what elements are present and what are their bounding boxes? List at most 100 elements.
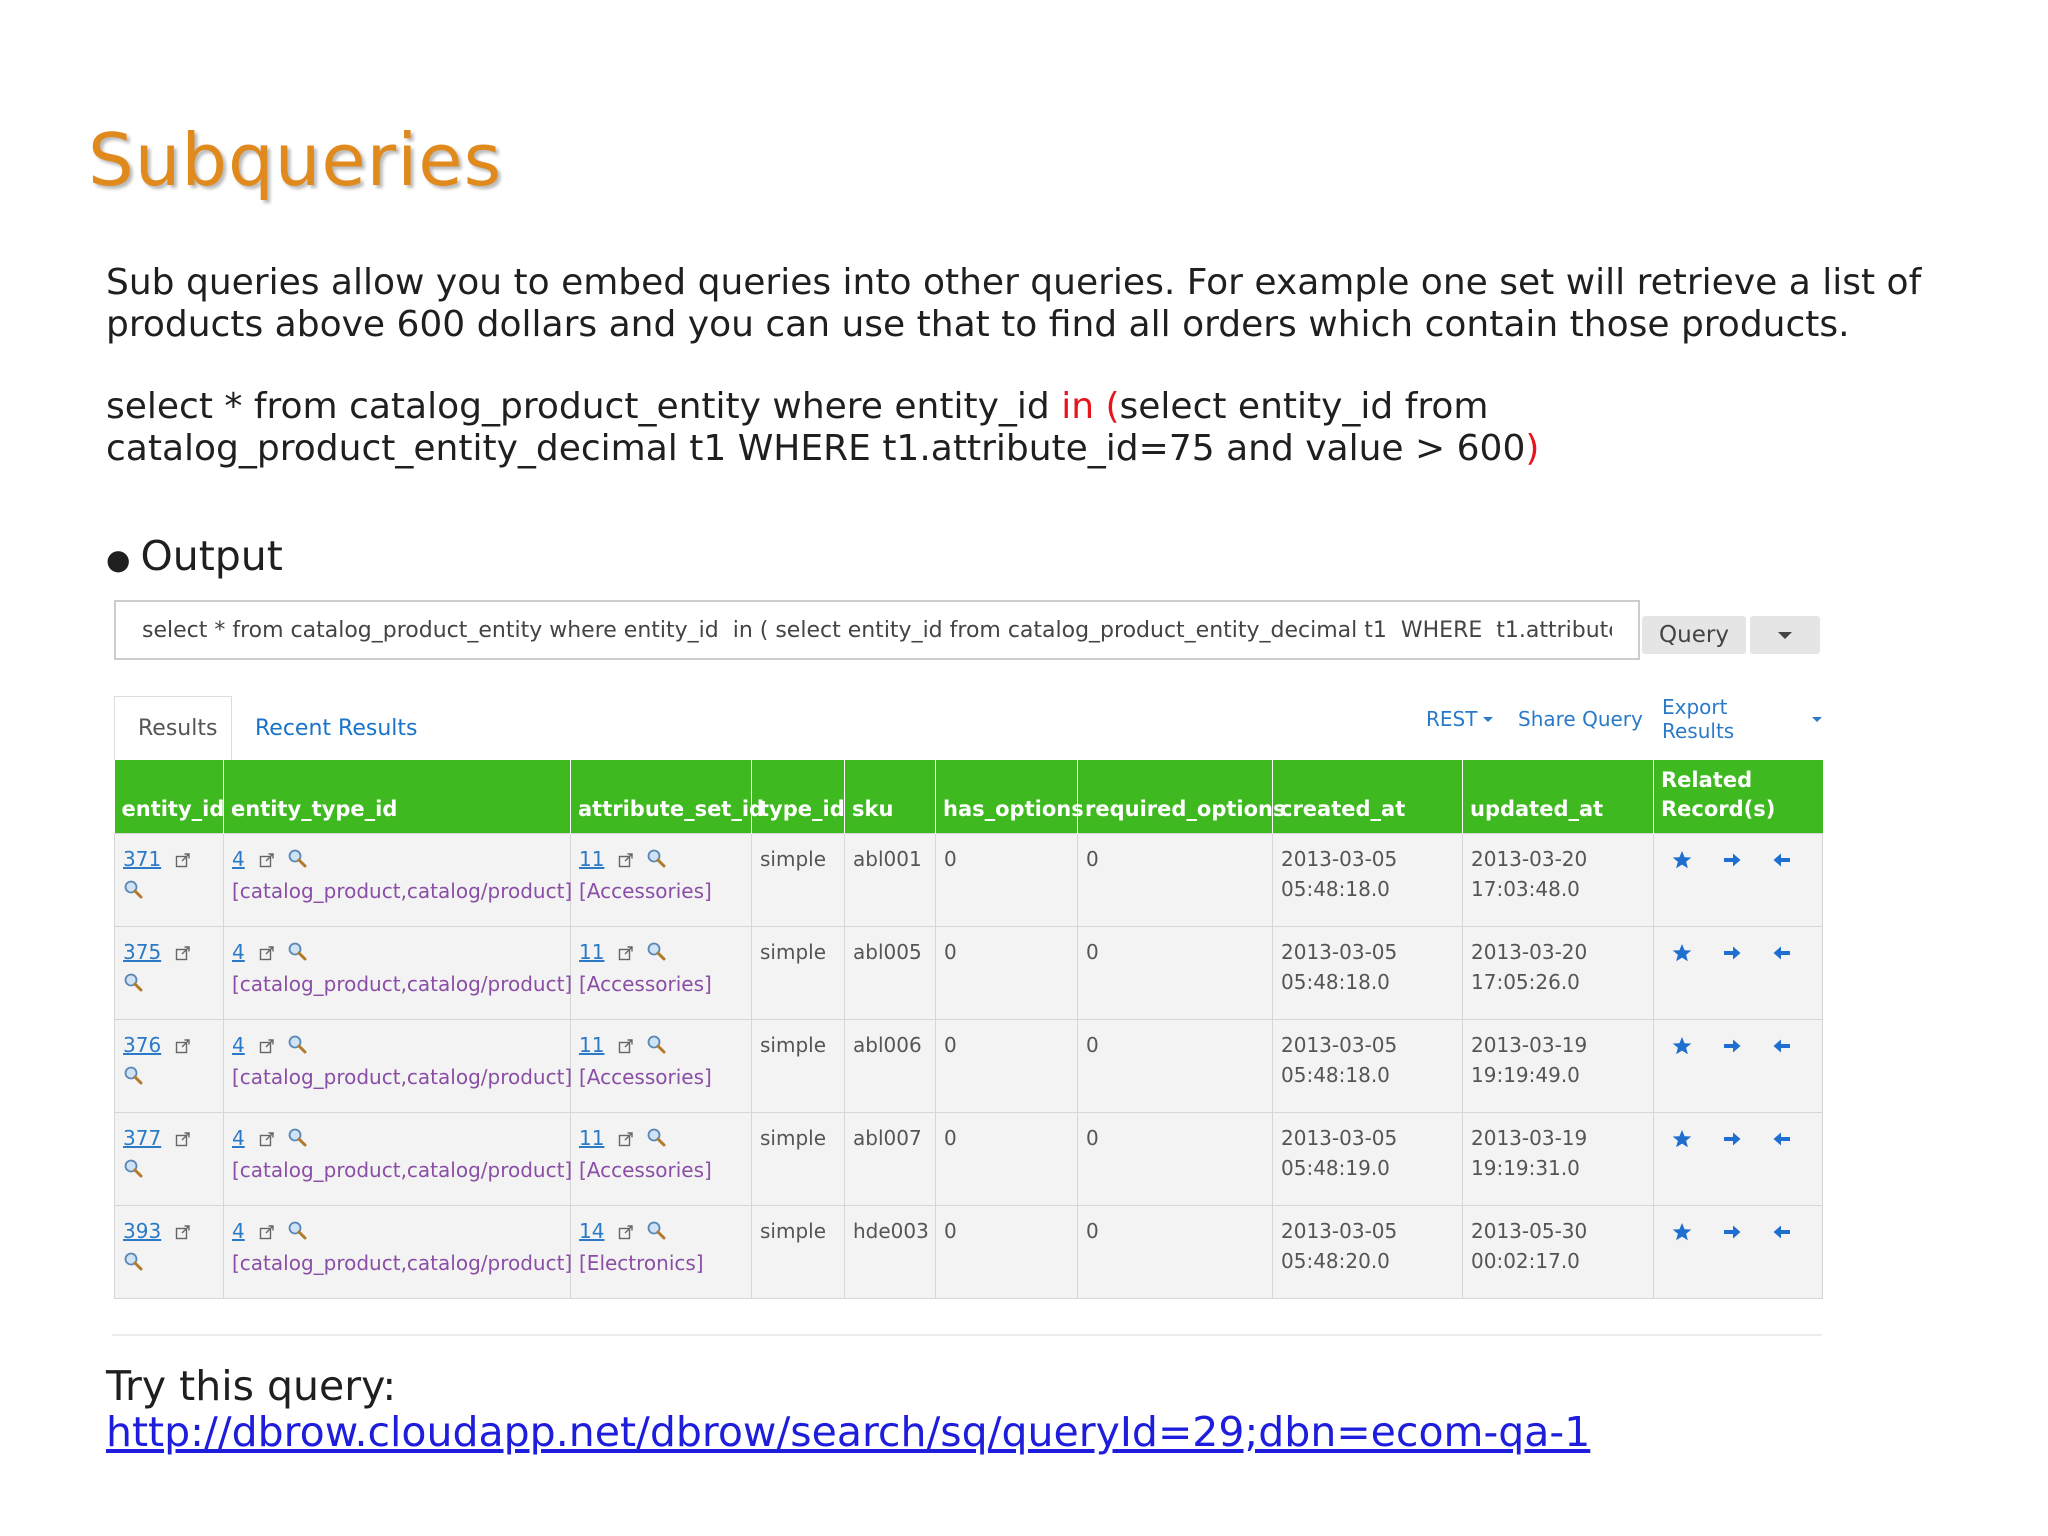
magnifier-icon[interactable]: [123, 1156, 143, 1186]
external-link-icon[interactable]: [618, 939, 634, 969]
entity-id-link[interactable]: 375: [123, 940, 161, 964]
arrow-left-icon[interactable]: [1772, 1127, 1792, 1157]
attribute-set-link[interactable]: 11: [579, 847, 604, 871]
arrow-right-icon[interactable]: [1722, 1220, 1742, 1250]
entity-type-name: [catalog_product,catalog/product]: [232, 971, 573, 996]
column-header[interactable]: has_options: [935, 760, 1084, 834]
entity-type-link[interactable]: 4: [232, 847, 245, 871]
tab-recent-results[interactable]: Recent Results: [232, 696, 440, 760]
external-link-icon[interactable]: [175, 1032, 191, 1062]
created-time: 05:48:18.0: [1281, 1063, 1390, 1087]
column-header[interactable]: entity_type_id: [223, 760, 571, 834]
external-link-icon[interactable]: [259, 1218, 275, 1248]
magnifier-icon[interactable]: [646, 846, 666, 876]
attribute-set-link[interactable]: 11: [579, 1126, 604, 1150]
cell-created-at: 2013-03-05 05:48:18.0: [1272, 833, 1463, 927]
entity-id-link[interactable]: 371: [123, 847, 161, 871]
arrow-left-icon[interactable]: [1772, 848, 1792, 878]
magnifier-icon[interactable]: [646, 1032, 666, 1062]
column-header[interactable]: Related Record(s): [1653, 760, 1823, 834]
magnifier-icon[interactable]: [123, 877, 143, 907]
cell-required-options: 0: [1077, 926, 1273, 1020]
entity-id-link[interactable]: 393: [123, 1219, 161, 1243]
rest-label: REST: [1426, 707, 1478, 731]
tab-results[interactable]: Results: [114, 696, 232, 760]
star-icon[interactable]: [1672, 1127, 1692, 1157]
cell-entity-id: 377: [114, 1112, 224, 1206]
cell-created-at: 2013-03-05 05:48:20.0: [1272, 1205, 1463, 1299]
entity-type-name: [catalog_product,catalog/product]: [232, 1064, 573, 1089]
external-link-icon[interactable]: [259, 1125, 275, 1155]
star-icon[interactable]: [1672, 1220, 1692, 1250]
external-link-icon[interactable]: [259, 1032, 275, 1062]
magnifier-icon[interactable]: [287, 939, 307, 969]
external-link-icon[interactable]: [259, 846, 275, 876]
external-link-icon[interactable]: [618, 1125, 634, 1155]
sql-part-2: in (: [1061, 386, 1120, 427]
attribute-set-name: [Accessories]: [579, 1064, 712, 1089]
column-header[interactable]: sku: [844, 760, 936, 834]
column-header[interactable]: updated_at: [1462, 760, 1654, 834]
related-record-actions: [1662, 937, 1814, 971]
arrow-left-icon[interactable]: [1772, 941, 1792, 971]
magnifier-icon[interactable]: [287, 1125, 307, 1155]
magnifier-icon[interactable]: [123, 970, 143, 1000]
cell-sku: abl001: [844, 833, 936, 927]
entity-id-link[interactable]: 377: [123, 1126, 161, 1150]
entity-type-name: [catalog_product,catalog/product]: [232, 1250, 573, 1275]
entity-type-link[interactable]: 4: [232, 940, 245, 964]
magnifier-icon[interactable]: [646, 1125, 666, 1155]
cell-required-options: 0: [1077, 1112, 1273, 1206]
attribute-set-link[interactable]: 11: [579, 1033, 604, 1057]
external-link-icon[interactable]: [175, 846, 191, 876]
updated-date: 2013-03-20: [1471, 847, 1588, 871]
external-link-icon[interactable]: [618, 1032, 634, 1062]
external-link-icon[interactable]: [259, 939, 275, 969]
arrow-right-icon[interactable]: [1722, 1034, 1742, 1064]
magnifier-icon[interactable]: [646, 939, 666, 969]
updated-date: 2013-03-19: [1471, 1126, 1588, 1150]
arrow-left-icon[interactable]: [1772, 1220, 1792, 1250]
column-header[interactable]: type_id: [751, 760, 845, 834]
arrow-left-icon[interactable]: [1772, 1034, 1792, 1064]
external-link-icon[interactable]: [175, 939, 191, 969]
arrow-right-icon[interactable]: [1722, 1127, 1742, 1157]
column-header[interactable]: required_options: [1077, 760, 1285, 834]
column-header[interactable]: created_at: [1272, 760, 1463, 834]
star-icon[interactable]: [1672, 1034, 1692, 1064]
share-query-link[interactable]: Share Query: [1518, 704, 1643, 734]
cell-required-options: 0: [1077, 1019, 1273, 1113]
arrow-right-icon[interactable]: [1722, 848, 1742, 878]
magnifier-icon[interactable]: [123, 1249, 143, 1279]
entity-type-link[interactable]: 4: [232, 1219, 245, 1243]
try-query-link[interactable]: http://dbrow.cloudapp.net/dbrow/search/s…: [106, 1408, 1590, 1456]
updated-date: 2013-03-19: [1471, 1033, 1588, 1057]
column-header[interactable]: attribute_set_id: [570, 760, 764, 834]
entity-type-link[interactable]: 4: [232, 1033, 245, 1057]
arrow-right-icon[interactable]: [1722, 941, 1742, 971]
star-icon[interactable]: [1672, 848, 1692, 878]
external-link-icon[interactable]: [618, 1218, 634, 1248]
magnifier-icon[interactable]: [646, 1218, 666, 1248]
external-link-icon[interactable]: [618, 846, 634, 876]
rest-dropdown[interactable]: REST: [1426, 704, 1494, 734]
entity-id-link[interactable]: 376: [123, 1033, 161, 1057]
external-link-icon[interactable]: [175, 1218, 191, 1248]
query-input[interactable]: [114, 600, 1640, 660]
attribute-set-link[interactable]: 14: [579, 1219, 604, 1243]
magnifier-icon[interactable]: [287, 1218, 307, 1248]
output-heading: ● Output: [106, 532, 283, 580]
export-results-dropdown[interactable]: Export Results: [1662, 695, 1822, 743]
magnifier-icon[interactable]: [287, 846, 307, 876]
created-date: 2013-03-05: [1281, 847, 1398, 871]
query-button[interactable]: Query: [1642, 616, 1746, 654]
attribute-set-link[interactable]: 11: [579, 940, 604, 964]
magnifier-icon[interactable]: [123, 1063, 143, 1093]
table-row: 375 4 [catalog_product,catalog/product] 11 […: [114, 926, 1823, 1020]
external-link-icon[interactable]: [175, 1125, 191, 1155]
magnifier-icon[interactable]: [287, 1032, 307, 1062]
query-options-dropdown[interactable]: [1750, 616, 1820, 654]
column-header[interactable]: entity_id: [114, 760, 224, 834]
star-icon[interactable]: [1672, 941, 1692, 971]
entity-type-link[interactable]: 4: [232, 1126, 245, 1150]
